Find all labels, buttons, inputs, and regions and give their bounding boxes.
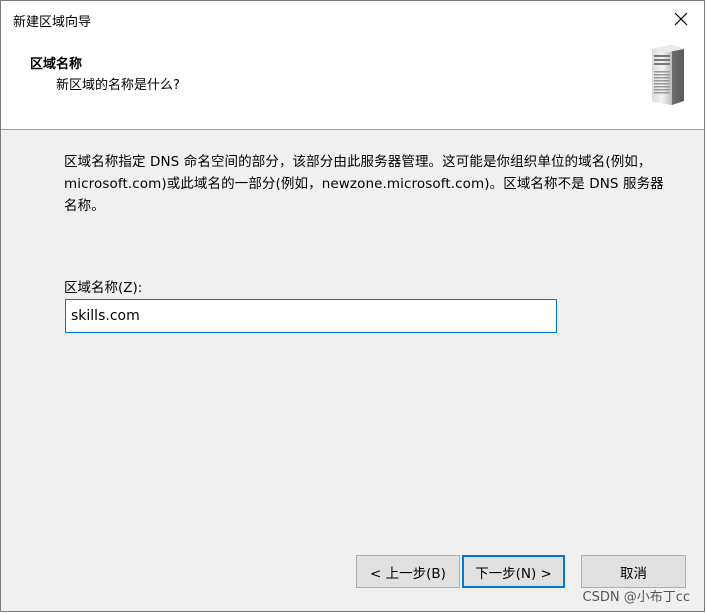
header-title: 区域名称 <box>30 57 83 72</box>
header-subtitle: 新区域的名称是什么? <box>56 78 180 93</box>
title-bar: 新建区域向导 <box>1 1 704 39</box>
new-zone-wizard-dialog: 新建区域向导 区域名称 新区域的名称是什么? 区域名称指定 DNS 命名空间的部… <box>0 0 705 612</box>
zone-name-label: 区域名称(Z): <box>64 280 143 296</box>
zone-name-input[interactable] <box>65 299 557 333</box>
zone-name-description: 区域名称指定 DNS 命名空间的部分，该部分由此服务器管理。这可能是你组织单位的… <box>64 154 664 214</box>
cancel-button[interactable]: 取消 <box>581 555 686 588</box>
watermark-text: CSDN @小布丁cc <box>582 590 691 605</box>
wizard-header: 区域名称 新区域的名称是什么? <box>1 39 704 130</box>
close-icon <box>674 12 688 26</box>
server-icon <box>652 45 684 105</box>
window-title: 新建区域向导 <box>13 15 92 30</box>
close-button[interactable] <box>658 1 704 37</box>
back-button[interactable]: < 上一步(B) <box>356 555 460 588</box>
next-button[interactable]: 下一步(N) > <box>462 555 565 588</box>
